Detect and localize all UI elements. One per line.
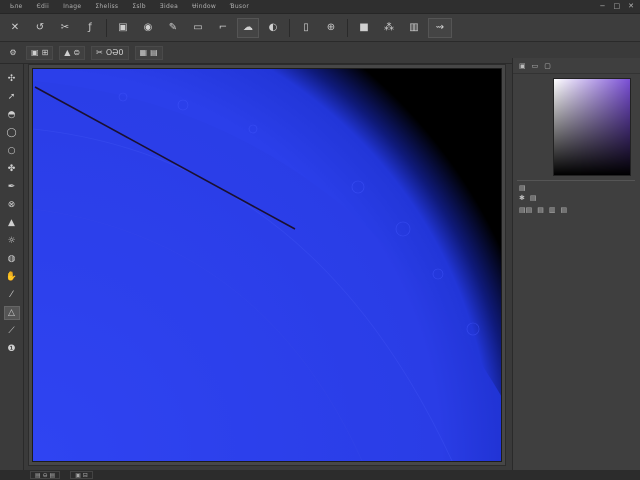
document-canvas[interactable]	[32, 68, 502, 462]
menu-image[interactable]: Ιnage	[59, 3, 85, 10]
preset-icon: ▣	[31, 48, 39, 57]
panel-header: ▣ ▭ ▢	[513, 58, 640, 74]
preset-label: ⊞	[41, 48, 49, 57]
minimize-icon[interactable]: −	[600, 2, 606, 10]
canvas-artwork	[33, 69, 501, 461]
close-window-icon[interactable]: ✕	[628, 2, 634, 10]
dropper-tool-icon[interactable]: ⁄	[4, 288, 20, 302]
grid-label: ▤	[150, 48, 158, 57]
swatch-icon[interactable]: ▤	[519, 184, 526, 192]
panel-actions-row: ▤▤ ▤ ▥ ▤	[519, 206, 567, 214]
star-icon[interactable]: ✱	[519, 194, 525, 202]
hand-tool-icon[interactable]: ✋	[4, 270, 20, 284]
spray-icon[interactable]: ⁂	[378, 18, 400, 38]
smudge-tool-icon[interactable]: ☼	[4, 234, 20, 248]
menu-file[interactable]: Ьле	[6, 3, 27, 10]
grid-chip[interactable]: ▦ ▤	[134, 45, 163, 60]
maximize-icon[interactable]: □	[614, 2, 621, 10]
move-tool-icon[interactable]: ✣	[4, 72, 20, 86]
paint-icon[interactable]: ☁	[237, 17, 259, 38]
tool-panel: ✣ ➚ ◓ ◯ ○ ✤ ✒ ⊗ ▲ ☼ ◍ ✋ ⁄ △ ⟋ ❶	[0, 64, 24, 470]
menu-filter[interactable]: Ʃslb	[128, 3, 150, 10]
size-label: OƏ0	[105, 48, 124, 57]
color-picker-field[interactable]	[553, 78, 631, 176]
image-editor-window: Ьле Єdii Ιnage Ʃheliss Ʃslb Ǝidea Ʉindow…	[0, 0, 640, 480]
blob-tool-icon[interactable]: ✤	[4, 162, 20, 176]
layer-row: ✱ ▤	[519, 194, 537, 202]
brush-tool-icon[interactable]: ⟋	[4, 324, 20, 338]
color-panel: ▣ ▭ ▢ ▤ ✱ ▤ ▤▤ ▤ ▥ ▤	[512, 58, 640, 470]
font-icon[interactable]: ƒ	[79, 18, 101, 38]
menu-bar: Ьле Єdii Ιnage Ʃheliss Ʃslb Ǝidea Ʉindow…	[0, 0, 640, 14]
main-toolbar: ✕ ↺ ✂ ƒ ▣ ◉ ✎ ▭ ⌐ ☁ ◐ ▯ ⊕ ■ ⁂ ▥ ⇝	[0, 14, 640, 42]
window-controls: − □ ✕	[600, 2, 634, 10]
frame-icon[interactable]: ▭	[187, 18, 209, 38]
bucket-tool-icon[interactable]: ◓	[4, 108, 20, 122]
transform-icon[interactable]: ⊕	[320, 18, 342, 38]
ring-tool-icon[interactable]: ○	[4, 144, 20, 158]
action-icon[interactable]: ▤	[537, 206, 544, 214]
stamp-tool-icon[interactable]: ⊗	[4, 198, 20, 212]
scissors-small-icon: ✂	[96, 48, 103, 57]
tool-preset-chip[interactable]: ▣ ⊞	[26, 45, 54, 60]
swatch-row: ▤	[519, 184, 526, 192]
status-tab-document[interactable]: ▤ ⊖ ▤	[30, 471, 61, 479]
status-bar: ▤ ⊖ ▤ ▣ ⊟	[0, 470, 640, 480]
mode-label: ⊜	[73, 48, 81, 57]
action-icon[interactable]: ▤▤	[519, 206, 532, 214]
toolbar-divider	[347, 18, 348, 37]
pen-tool-icon[interactable]: ✒	[4, 180, 20, 194]
cone-icon: ▲	[64, 48, 71, 57]
status-tab-view[interactable]: ▣ ⊟	[70, 471, 93, 479]
layers-icon[interactable]: ▣	[112, 18, 134, 38]
lasso-tool-icon[interactable]: ◯	[4, 126, 20, 140]
canvas-frame	[28, 64, 506, 466]
panel-tab-icon[interactable]: ▭	[532, 62, 539, 70]
toolbar-divider	[289, 18, 290, 37]
panel-icon[interactable]: ▯	[295, 18, 317, 38]
menu-window[interactable]: Ʉindow	[188, 3, 220, 10]
eye-icon[interactable]: ◐	[262, 18, 284, 38]
fill-tool-icon[interactable]: ▲	[4, 216, 20, 230]
crop-icon[interactable]: ⌐	[212, 18, 234, 38]
panel-tab-icon[interactable]: ▣	[519, 62, 526, 70]
square-icon[interactable]: ■	[353, 18, 375, 38]
lens-tool-icon[interactable]: ◍	[4, 252, 20, 266]
rotate-icon[interactable]: ↺	[29, 18, 51, 38]
menu-select[interactable]: Ʃheliss	[91, 3, 122, 10]
path-icon[interactable]: ⇝	[428, 17, 452, 38]
panel-divider	[517, 180, 635, 181]
mode-chip[interactable]: ▲ ⊜	[59, 45, 86, 60]
scissors-icon[interactable]: ✂	[54, 18, 76, 38]
triangle-tool-icon[interactable]: △	[3, 306, 20, 320]
arrow-tool-icon[interactable]: ➚	[4, 90, 20, 104]
menu-view[interactable]: Ǝidea	[156, 3, 182, 10]
panel-tab-icon[interactable]: ▢	[544, 62, 551, 70]
globe-icon[interactable]: ◉	[137, 18, 159, 38]
brush-settings-icon[interactable]: ✎	[162, 18, 184, 38]
size-chip[interactable]: ✂ OƏ0	[91, 45, 129, 60]
info-tool-icon[interactable]: ❶	[4, 342, 20, 356]
settings-icon[interactable]: ⚙	[6, 46, 20, 60]
menu-edit[interactable]: Єdii	[33, 3, 54, 10]
menu-help[interactable]: Ɓusor	[226, 3, 253, 10]
close-doc-icon[interactable]: ✕	[4, 18, 26, 38]
histogram-icon[interactable]: ▥	[403, 18, 425, 38]
action-icon[interactable]: ▥	[549, 206, 556, 214]
toolbar-divider	[106, 18, 107, 37]
action-icon[interactable]: ▤	[560, 206, 567, 214]
layer-icon[interactable]: ▤	[530, 194, 537, 202]
grid-icon: ▦	[139, 48, 148, 57]
